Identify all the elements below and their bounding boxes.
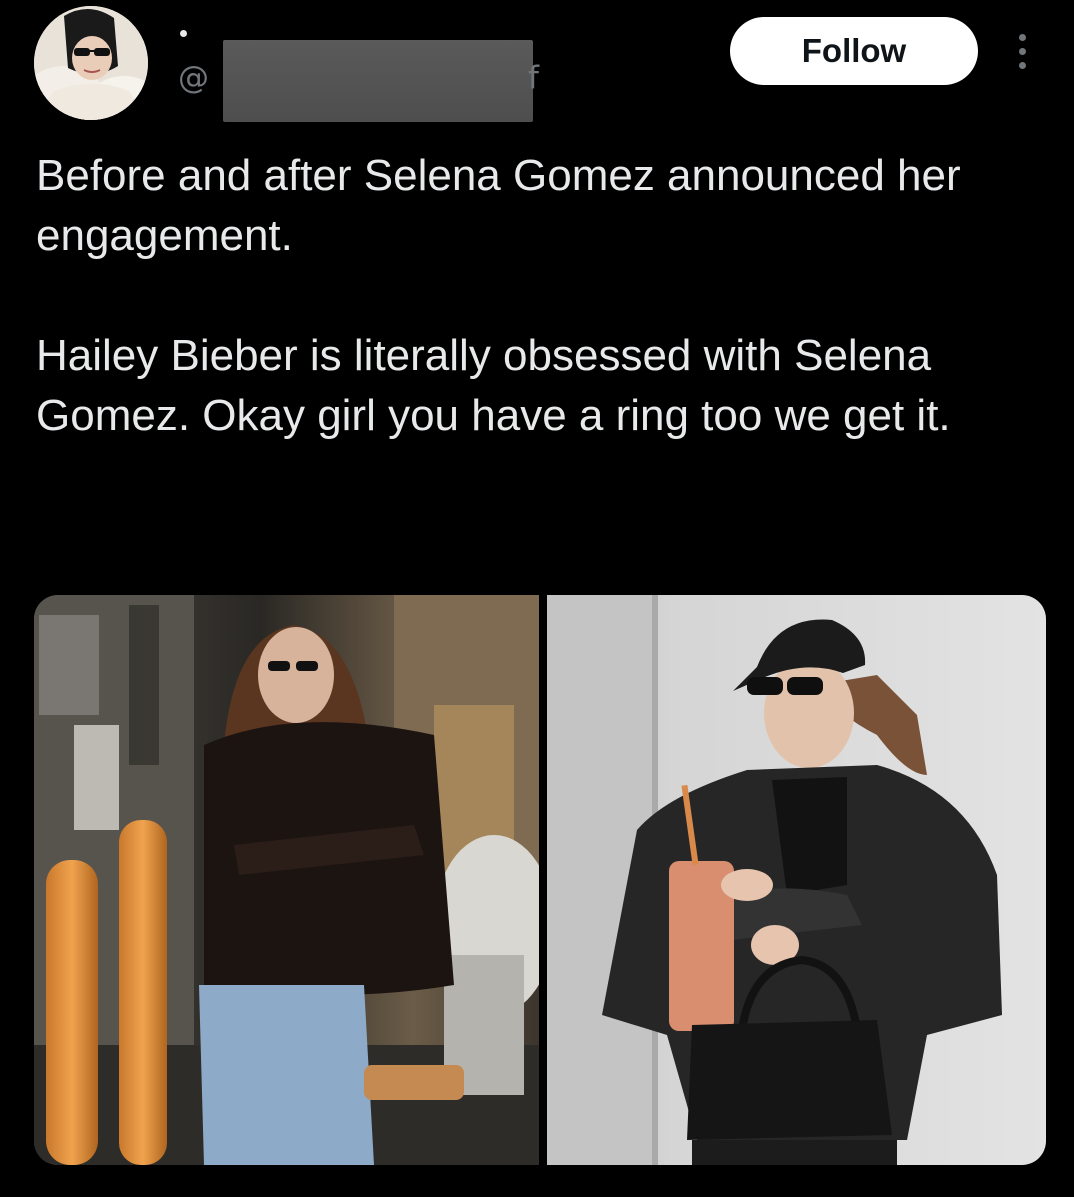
media-photo-right[interactable]: [547, 595, 1046, 1165]
left-photo-image: [34, 595, 539, 1165]
redaction-box: [223, 40, 533, 122]
follow-button[interactable]: Follow: [730, 17, 978, 85]
profile-avatar-image: [34, 6, 148, 120]
tweet-header: @ f Follow: [0, 0, 1074, 140]
media-photo-left[interactable]: [34, 595, 539, 1165]
tweet-paragraph: Before and after Selena Gomez announced …: [36, 151, 961, 260]
more-dot: [1019, 48, 1026, 55]
right-photo-image: [547, 595, 1046, 1165]
author-avatar[interactable]: [34, 6, 148, 120]
more-vertical-icon[interactable]: [1004, 30, 1040, 74]
tweet-text: Before and after Selena Gomez announced …: [36, 146, 1046, 446]
more-dot: [1019, 34, 1026, 41]
more-dot: [1019, 62, 1026, 69]
tweet-paragraph: Hailey Bieber is literally obsessed with…: [36, 331, 951, 440]
handle-prefix: @: [178, 60, 209, 96]
tweet-media: [34, 595, 1046, 1165]
display-name-placeholder: [180, 30, 187, 37]
handle-suffix: f: [528, 60, 539, 96]
